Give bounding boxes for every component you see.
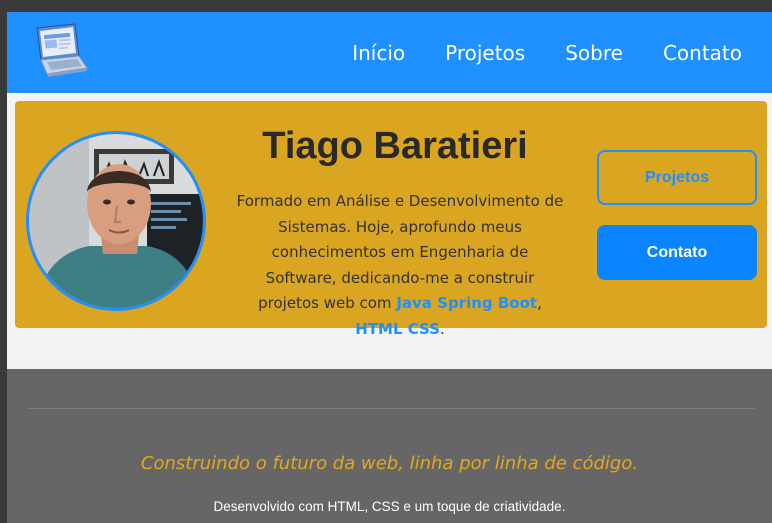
contact-button[interactable]: Contato [597,225,757,280]
footer: Construindo o futuro da web, linha por l… [7,369,772,523]
nav-item-contato[interactable]: Contato [663,41,742,65]
hero-section: Tiago Baratieri Formado em Análise e Des… [15,101,767,338]
footer-credit: Desenvolvido com HTML, CSS e um toque de… [213,499,566,514]
nav-item-inicio[interactable]: Início [352,41,405,65]
navbar: Início Projetos Sobre Contato [7,12,772,93]
tech-separator: , [537,294,542,312]
tech-link-html-css[interactable]: HTML CSS [355,320,440,338]
footer-tagline: Construindo o futuro da web, linha por l… [140,453,639,474]
nav-item-sobre[interactable]: Sobre [565,41,623,65]
nav-menu: Início Projetos Sobre Contato [352,12,742,93]
projects-button[interactable]: Projetos [597,150,757,205]
page: Início Projetos Sobre Contato Tiago Bara… [7,12,772,523]
profile-photo [29,134,203,308]
tech-link-java-spring-boot[interactable]: Java Spring Boot [396,294,537,312]
hero-description: Formado em Análise e Desenvolvimento de … [235,189,565,342]
description-end: . [439,319,445,338]
footer-divider [27,408,755,409]
hero-title: Tiago Baratieri [262,125,528,167]
avatar [26,131,206,311]
nav-item-projetos[interactable]: Projetos [445,41,525,65]
laptop-icon[interactable] [27,22,89,84]
